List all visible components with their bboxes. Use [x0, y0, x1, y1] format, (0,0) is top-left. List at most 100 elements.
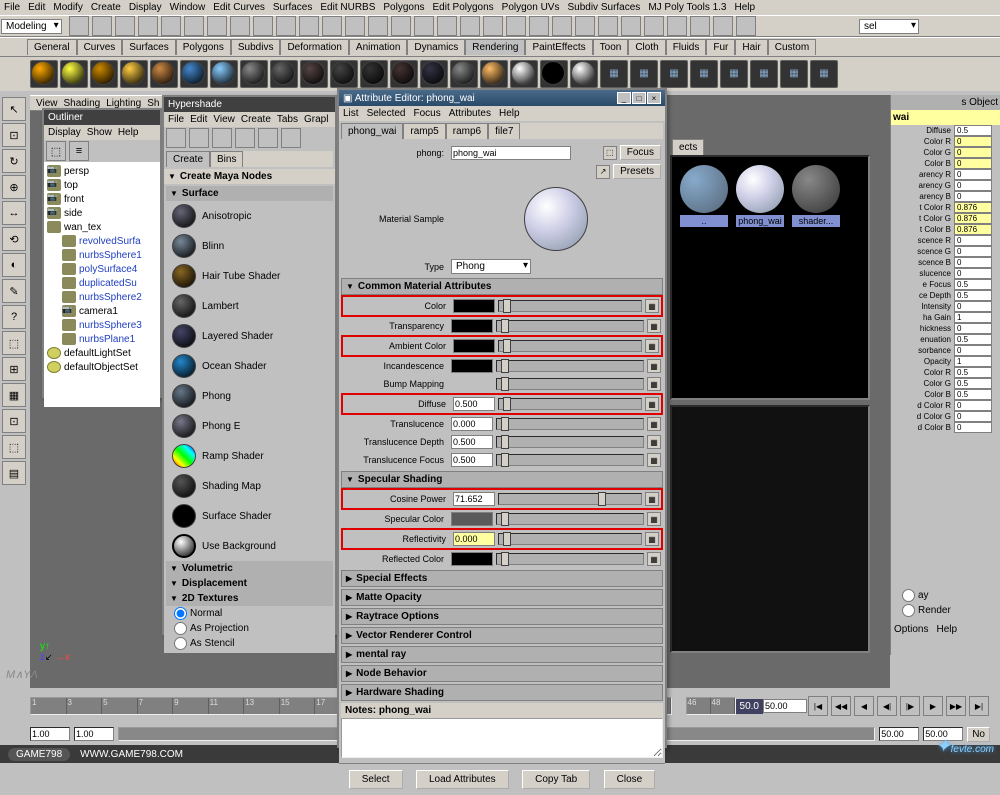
- tool-button[interactable]: ↻: [2, 149, 26, 173]
- attr-menu-item[interactable]: Help: [499, 108, 520, 119]
- shelf-icon[interactable]: [180, 60, 208, 88]
- menu-window[interactable]: Window: [170, 2, 206, 13]
- shelf-icon[interactable]: [60, 60, 88, 88]
- status-button[interactable]: [506, 16, 526, 36]
- attr-menu-item[interactable]: List: [343, 108, 359, 119]
- status-button[interactable]: [621, 16, 641, 36]
- radio-ay[interactable]: ay: [894, 588, 997, 603]
- shader-node-hair-tube-shader[interactable]: Hair Tube Shader: [166, 261, 333, 291]
- channel-value[interactable]: 0: [954, 422, 992, 433]
- channel-value[interactable]: 0: [954, 169, 992, 180]
- shelf-tab-cloth[interactable]: Cloth: [628, 39, 665, 55]
- shelf-icon[interactable]: [300, 60, 328, 88]
- menu-mj-poly-tools-1.3[interactable]: MJ Poly Tools 1.3: [648, 2, 726, 13]
- shelf-tab-custom[interactable]: Custom: [768, 39, 816, 55]
- minimize-button[interactable]: _: [617, 92, 631, 104]
- type-dropdown[interactable]: Phong: [451, 259, 531, 274]
- radio-normal[interactable]: Normal: [166, 606, 333, 621]
- slider[interactable]: [498, 398, 642, 410]
- hs-tool[interactable]: [166, 128, 186, 148]
- status-button[interactable]: [437, 16, 457, 36]
- shelf-icon[interactable]: ▦: [810, 60, 838, 88]
- status-button[interactable]: [529, 16, 549, 36]
- outliner-item[interactable]: persp: [64, 166, 89, 177]
- vp-menu-view[interactable]: View: [36, 98, 58, 109]
- attr-menu-item[interactable]: Selected: [367, 108, 406, 119]
- slider[interactable]: [496, 378, 644, 390]
- menu-edit-curves[interactable]: Edit Curves: [213, 2, 265, 13]
- playback-button[interactable]: ▶|: [969, 696, 989, 716]
- shelf-icon[interactable]: ▦: [750, 60, 778, 88]
- shader-node-phong[interactable]: Phong: [166, 381, 333, 411]
- outliner-item[interactable]: nurbsPlane1: [79, 334, 135, 345]
- outliner-item[interactable]: wan_tex: [64, 222, 101, 233]
- status-button[interactable]: [184, 16, 204, 36]
- vp-menu-lighting[interactable]: Lighting: [106, 98, 141, 109]
- status-button[interactable]: [276, 16, 296, 36]
- status-button[interactable]: [115, 16, 135, 36]
- presets-button[interactable]: Presets: [613, 164, 661, 179]
- playback-button[interactable]: ◀◀: [831, 696, 851, 716]
- select-button[interactable]: Select: [349, 770, 403, 789]
- hs-menu-item[interactable]: View: [213, 114, 235, 125]
- playback-button[interactable]: |▶: [900, 696, 920, 716]
- slider[interactable]: [498, 340, 642, 352]
- color-swatch[interactable]: [451, 552, 493, 566]
- tool-button[interactable]: ?: [2, 305, 26, 329]
- menu-polygons[interactable]: Polygons: [383, 2, 424, 13]
- outliner-menu-item[interactable]: Help: [118, 127, 139, 138]
- status-button[interactable]: [391, 16, 411, 36]
- shelf-tab-dynamics[interactable]: Dynamics: [407, 39, 465, 55]
- status-button[interactable]: [690, 16, 710, 36]
- tool-button[interactable]: ✎: [2, 279, 26, 303]
- tool-button[interactable]: ⟲: [2, 227, 26, 251]
- outliner-item[interactable]: defaultObjectSet: [64, 362, 138, 373]
- attr-tab-phong_wai[interactable]: phong_wai: [341, 123, 403, 139]
- shelf-icon[interactable]: [30, 60, 58, 88]
- timeline-tick[interactable]: 7: [138, 698, 174, 714]
- objects-tab[interactable]: ects: [672, 139, 704, 155]
- tool-button[interactable]: ⊡: [2, 123, 26, 147]
- playback-button[interactable]: ▶: [923, 696, 943, 716]
- shelf-icon[interactable]: ▦: [690, 60, 718, 88]
- slider[interactable]: [496, 454, 644, 466]
- hs-tool[interactable]: [189, 128, 209, 148]
- shelf-tab-fur[interactable]: Fur: [706, 39, 735, 55]
- tool-button[interactable]: ⬚: [2, 435, 26, 459]
- shelf-icon[interactable]: [360, 60, 388, 88]
- status-button[interactable]: [644, 16, 664, 36]
- channel-value[interactable]: 0.5: [954, 290, 992, 301]
- timeline-tick[interactable]: 11: [209, 698, 245, 714]
- outliner-item[interactable]: defaultLightSet: [64, 348, 131, 359]
- tab-create[interactable]: Create: [166, 151, 210, 167]
- 2dtextures-section[interactable]: 2D Textures: [166, 591, 333, 606]
- map-button[interactable]: ▦: [647, 319, 661, 333]
- status-button[interactable]: [713, 16, 733, 36]
- maximize-button[interactable]: □: [632, 92, 646, 104]
- shelf-icon[interactable]: [210, 60, 238, 88]
- material-swatch[interactable]: ..: [680, 165, 728, 227]
- color-swatch[interactable]: [453, 339, 495, 353]
- channel-value[interactable]: 0.5: [954, 334, 992, 345]
- shelf-tab-animation[interactable]: Animation: [349, 39, 407, 55]
- map-button[interactable]: ▦: [647, 417, 661, 431]
- timeline-tick[interactable]: 46: [687, 698, 711, 714]
- range-start[interactable]: [30, 727, 70, 741]
- outliner-item[interactable]: front: [64, 194, 84, 205]
- hs-tool[interactable]: [281, 128, 301, 148]
- status-button[interactable]: [138, 16, 158, 36]
- range-playstart[interactable]: [74, 727, 114, 741]
- shelf-icon[interactable]: ▦: [720, 60, 748, 88]
- options-menu[interactable]: Options: [894, 624, 928, 635]
- shelf-icon[interactable]: ▦: [600, 60, 628, 88]
- shader-node-layered-shader[interactable]: Layered Shader: [166, 321, 333, 351]
- shelf-icon[interactable]: [540, 60, 568, 88]
- shelf-icon[interactable]: [450, 60, 478, 88]
- timeline-tick[interactable]: 48: [711, 698, 735, 714]
- radio-as-stencil[interactable]: As Stencil: [166, 636, 333, 651]
- radio-as-projection[interactable]: As Projection: [166, 621, 333, 636]
- slider[interactable]: [496, 320, 644, 332]
- shader-node-phong-e[interactable]: Phong E: [166, 411, 333, 441]
- map-button[interactable]: ▦: [647, 377, 661, 391]
- hs-tool[interactable]: [235, 128, 255, 148]
